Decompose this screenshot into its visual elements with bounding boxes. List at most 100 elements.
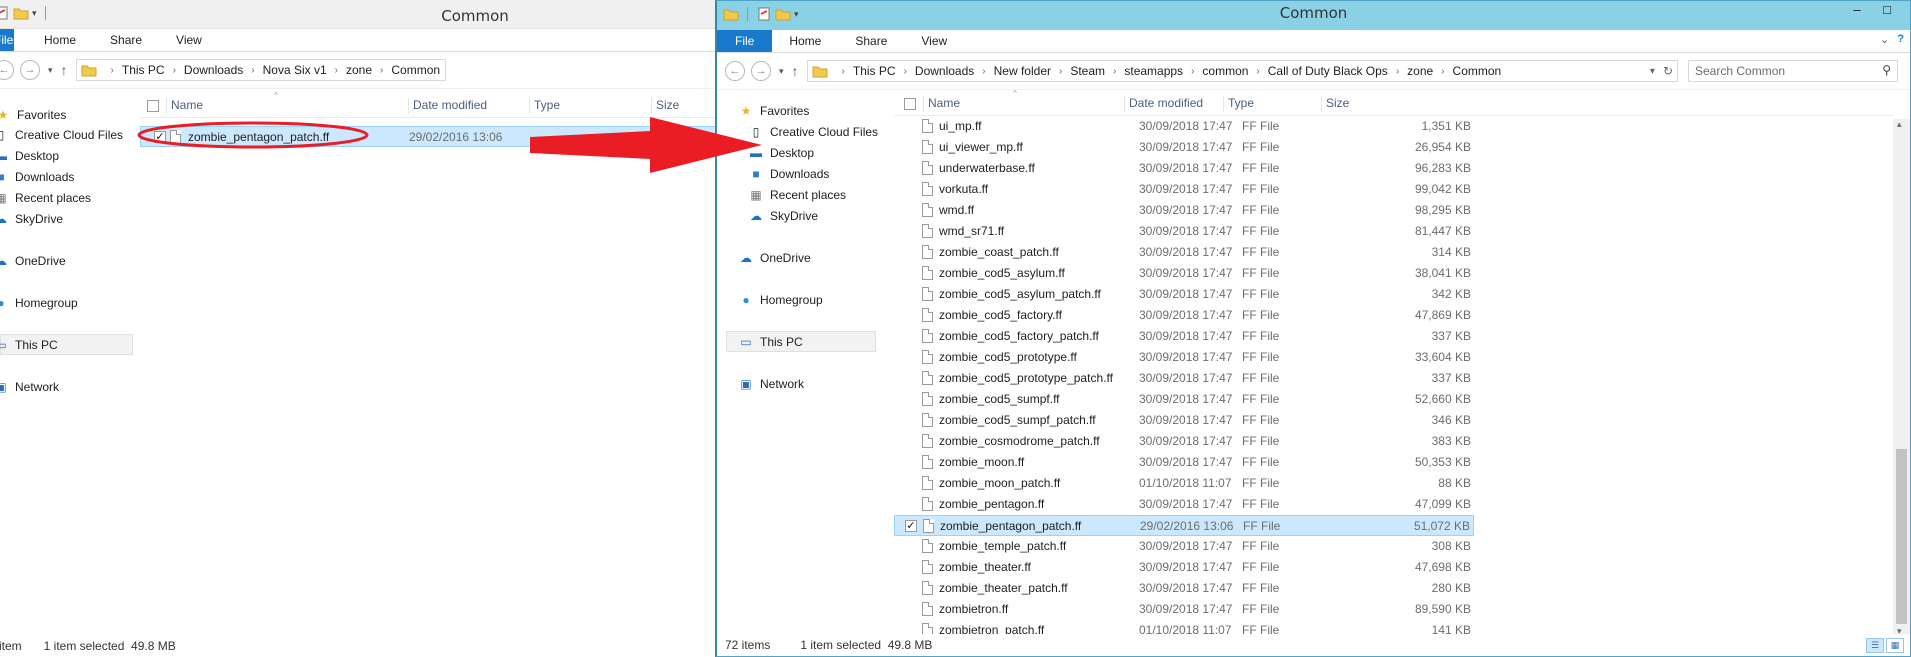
right-tab-view[interactable]: View — [904, 30, 964, 52]
right-up-button[interactable]: ↑ — [792, 63, 799, 79]
column-name[interactable]: Name — [923, 96, 960, 112]
column-type[interactable]: Type — [529, 98, 560, 114]
breadcrumb-chevron-icon[interactable]: › — [904, 66, 907, 77]
breadcrumb-chevron-icon[interactable]: › — [173, 65, 176, 76]
help-icon[interactable]: ? — [1897, 33, 1904, 46]
nav-creative-cloud[interactable]: ▯ Creative Cloud Files — [0, 126, 123, 143]
file-row[interactable]: zombie_cod5_sumpf_patch.ff 30/09/2018 17:… — [894, 410, 1474, 431]
refresh-icon[interactable]: ↻ — [1663, 64, 1673, 78]
file-row[interactable]: zombie_cod5_prototype_patch.ff 30/09/2018… — [894, 368, 1474, 389]
file-row[interactable]: zombie_pentagon.ff 30/09/2018 17:47 FF Fil… — [894, 494, 1474, 515]
nav-onedrive[interactable]: ☁ OneDrive — [0, 252, 66, 269]
breadcrumb-segment[interactable]: › steamapps — [1105, 64, 1183, 78]
left-forward-button[interactable]: → — [20, 60, 40, 80]
column-type[interactable]: Type — [1223, 96, 1254, 112]
breadcrumb-chevron-icon[interactable]: › — [111, 65, 114, 76]
column-name[interactable]: Name — [166, 98, 203, 114]
address-dropdown-icon[interactable]: ▾ — [1650, 66, 1655, 77]
nav-this-pc[interactable]: ▭ This PC — [0, 336, 58, 353]
nav-skydrive[interactable]: ☁ SkyDrive — [747, 207, 818, 224]
file-row[interactable]: zombie_theater_patch.ff 30/09/2018 17:47 F… — [894, 578, 1474, 599]
breadcrumb-chevron-icon[interactable]: › — [1396, 66, 1399, 77]
column-date-modified[interactable]: Date modified — [408, 98, 487, 114]
breadcrumb-chevron-icon[interactable]: › — [1256, 66, 1259, 77]
left-tab-share[interactable]: Share — [93, 29, 159, 51]
breadcrumb-segment[interactable]: › common — [1183, 64, 1248, 78]
breadcrumb-chevron-icon[interactable]: › — [1059, 66, 1062, 77]
minimize-button[interactable]: – — [1842, 1, 1872, 21]
right-back-button[interactable]: ← — [725, 61, 745, 81]
row-checkbox[interactable]: ✓ — [905, 520, 917, 532]
file-row[interactable]: zombie_cod5_prototype.ff 30/09/2018 17:47… — [894, 347, 1474, 368]
left-back-button[interactable]: ← — [0, 60, 14, 80]
file-row[interactable]: wmd.ff 30/09/2018 17:47 FF File 98,295 KB — [894, 200, 1474, 221]
vertical-scrollbar[interactable]: ▴ ▾ — [1893, 119, 1910, 637]
breadcrumb-segment[interactable]: › Common — [1433, 64, 1501, 78]
breadcrumb-chevron-icon[interactable]: › — [251, 65, 254, 76]
file-row[interactable]: underwaterbase.ff 30/09/2018 17:47 FF File… — [894, 158, 1474, 179]
left-tab-home[interactable]: Home — [14, 29, 93, 51]
file-row[interactable]: zombie_moon_patch.ff 01/10/2018 11:07 FF F… — [894, 473, 1474, 494]
breadcrumb-segment[interactable]: › zone — [327, 63, 372, 77]
nav-network[interactable]: ▣ Network — [0, 378, 59, 395]
file-row[interactable]: ui_viewer_mp.ff 30/09/2018 17:47 FF File 26… — [894, 137, 1474, 158]
file-row[interactable]: zombie_cosmodrome_patch.ff 30/09/2018 17:… — [894, 431, 1474, 452]
details-view-icon[interactable]: ☰ — [1866, 638, 1884, 653]
nav-homegroup[interactable]: ● Homegroup — [737, 291, 822, 308]
file-row[interactable]: ✓ zombie_pentagon_patch.ff 29/02/2016 13:0… — [894, 515, 1474, 536]
file-row[interactable]: zombietron.ff 30/09/2018 17:47 FF File 89,5… — [894, 599, 1474, 620]
select-all-checkbox[interactable] — [147, 100, 159, 112]
nav-skydrive[interactable]: ☁ SkyDrive — [0, 210, 63, 227]
breadcrumb-segment[interactable]: › Call of Duty Black Ops — [1248, 64, 1387, 78]
nav-onedrive[interactable]: ☁ OneDrive — [737, 249, 811, 266]
breadcrumb-chevron-icon[interactable]: › — [335, 65, 338, 76]
breadcrumb-chevron-icon[interactable]: › — [1191, 66, 1194, 77]
nav-favorites[interactable]: ★ Favorites — [0, 106, 66, 123]
breadcrumb-segment[interactable]: › Downloads — [896, 64, 975, 78]
left-tab-view[interactable]: View — [159, 29, 219, 51]
breadcrumb-segment[interactable]: › This PC — [834, 64, 896, 78]
file-row[interactable]: zombie_moon.ff 30/09/2018 17:47 FF File 50,… — [894, 452, 1474, 473]
right-tab-share[interactable]: Share — [838, 30, 904, 52]
breadcrumb-chevron-icon[interactable]: › — [380, 65, 383, 76]
breadcrumb-segment[interactable]: › Downloads — [165, 63, 244, 77]
column-size[interactable]: Size — [1321, 96, 1349, 112]
nav-network[interactable]: ▣ Network — [737, 375, 804, 392]
file-row[interactable]: zombie_temple_patch.ff 30/09/2018 17:47 FF… — [894, 536, 1474, 557]
breadcrumb-chevron-icon[interactable]: › — [1441, 66, 1444, 77]
scrollbar-thumb[interactable] — [1896, 449, 1907, 624]
right-address-bar[interactable]: › This PC › Downloads › New folder › Steam › stea… — [806, 60, 1678, 82]
breadcrumb-chevron-icon[interactable]: › — [842, 66, 845, 77]
search-icon[interactable]: ⚲ — [1882, 63, 1891, 77]
nav-downloads[interactable]: ■ Downloads — [0, 168, 74, 185]
file-row[interactable]: zombie_cod5_sumpf.ff 30/09/2018 17:47 FF F… — [894, 389, 1474, 410]
maximize-button[interactable]: □ — [1872, 1, 1902, 21]
file-row[interactable]: zombie_cod5_asylum.ff 30/09/2018 17:47 FF … — [894, 263, 1474, 284]
column-date-modified[interactable]: Date modified — [1124, 96, 1203, 112]
file-row[interactable]: ui_mp.ff 30/09/2018 17:47 FF File 1,351 KB — [894, 116, 1474, 137]
breadcrumb-segment[interactable]: › Common — [372, 63, 440, 77]
left-up-button[interactable]: ↑ — [61, 62, 68, 78]
file-row[interactable]: vorkuta.ff 30/09/2018 17:47 FF File 99,042 … — [894, 179, 1474, 200]
left-address-bar[interactable]: › This PC › Downloads › Nova Six v1 › zone › Comm… — [75, 59, 446, 81]
right-tab-file[interactable]: File — [717, 30, 773, 52]
nav-recent-places[interactable]: ▦ Recent places — [0, 189, 91, 206]
select-all-checkbox[interactable] — [904, 98, 916, 110]
file-row[interactable]: zombie_coast_patch.ff 30/09/2018 17:47 FF … — [894, 242, 1474, 263]
right-tab-home[interactable]: Home — [772, 30, 838, 52]
column-size[interactable]: Size — [651, 98, 679, 114]
breadcrumb-segment[interactable]: › zone — [1388, 64, 1433, 78]
left-recent-locations-icon[interactable]: ▾ — [48, 65, 53, 76]
file-row[interactable]: zombie_cod5_factory_patch.ff 30/09/2018 1… — [894, 326, 1474, 347]
file-row[interactable]: zombie_cod5_asylum_patch.ff 30/09/2018 17… — [894, 284, 1474, 305]
breadcrumb-chevron-icon[interactable]: › — [1113, 66, 1116, 77]
file-row[interactable]: zombie_theater.ff 30/09/2018 17:47 FF File… — [894, 557, 1474, 578]
file-row[interactable]: wmd_sr71.ff 30/09/2018 17:47 FF File 81,447… — [894, 221, 1474, 242]
left-tab-file[interactable]: File — [0, 29, 14, 51]
scroll-up-icon[interactable]: ▴ — [1897, 119, 1902, 130]
breadcrumb-segment[interactable]: › Steam — [1051, 64, 1105, 78]
file-row[interactable]: zombie_cod5_factory.ff 30/09/2018 17:47 FF… — [894, 305, 1474, 326]
breadcrumb-segment[interactable]: › New folder — [974, 64, 1051, 78]
breadcrumb-chevron-icon[interactable]: › — [982, 66, 985, 77]
large-icons-view-icon[interactable]: ▦ — [1886, 638, 1904, 653]
